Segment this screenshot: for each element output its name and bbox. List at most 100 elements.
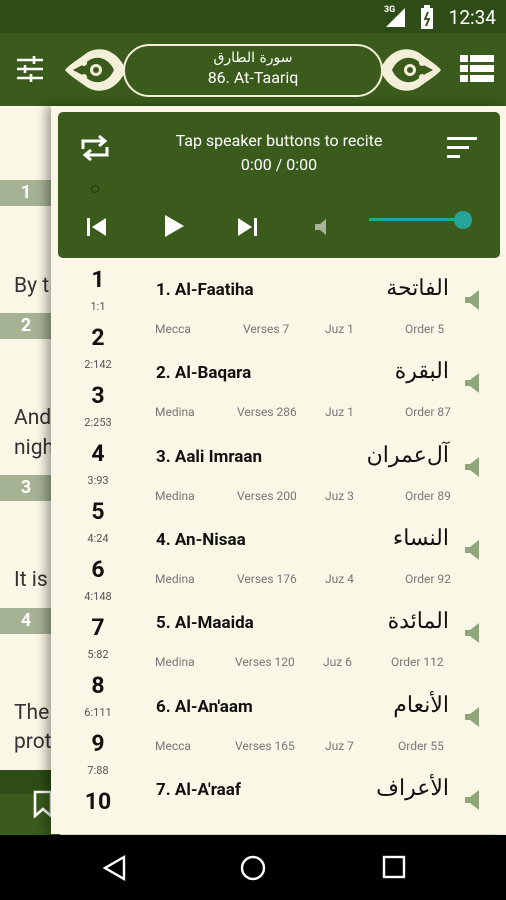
surah-order: Order 89 [405, 489, 451, 503]
surah-place: Medina [155, 405, 195, 419]
list-icon[interactable] [460, 55, 494, 83]
surah-place: Medina [155, 655, 195, 669]
skip-previous-icon[interactable] [86, 216, 108, 238]
battery-icon [421, 5, 433, 29]
surah-place: Mecca [155, 739, 191, 753]
juz-number[interactable]: 3 [51, 382, 145, 409]
surah-row[interactable]: 5. Al-Maaida المائدة Medina Verses 120 J… [149, 599, 506, 682]
juz-ref: 4:24 [87, 532, 109, 545]
surah-name: 5. Al-Maaida [156, 613, 254, 633]
network-type: 3G [384, 5, 396, 15]
volume-slider-thumb[interactable] [454, 211, 472, 229]
surah-verses: Verses 165 [235, 739, 295, 753]
surah-order: Order 112 [391, 655, 444, 669]
surah-place: Medina [155, 489, 195, 503]
play-icon[interactable] [163, 214, 185, 238]
juz-ref: 2:253 [84, 416, 112, 429]
surah-name-arabic: الأعراف [376, 776, 449, 801]
speaker-icon[interactable] [464, 456, 480, 478]
surah-title[interactable]: سورة الطارق 86. At-Taariq [123, 44, 383, 97]
recents-icon[interactable] [382, 855, 406, 879]
back-icon[interactable] [102, 855, 126, 881]
juz-ref: 4:148 [84, 590, 112, 603]
surah-row[interactable]: 7. Al-A'raaf الأعراف [149, 766, 506, 834]
surah-row[interactable]: 3. Aali Imraan آل‌عمران Medina Verses 20… [149, 433, 506, 516]
juz-ref: 5:82 [87, 648, 109, 661]
juz-ref: 1:1 [90, 300, 106, 313]
speaker-icon[interactable] [464, 289, 480, 311]
verse-text: It is [14, 568, 48, 592]
audio-player: Tap speaker buttons to recite 0:00 / 0:0… [58, 112, 500, 258]
home-icon[interactable] [240, 855, 266, 881]
surah-verses: Verses 286 [237, 405, 297, 419]
surah-name-arabic: الفاتحة [386, 276, 449, 301]
verse-text: nigh [14, 436, 55, 460]
speaker-icon[interactable] [464, 789, 480, 811]
sort-icon[interactable] [447, 137, 477, 159]
juz-number[interactable]: 5 [51, 498, 145, 525]
surah-name: 2. Al-Baqara [156, 363, 252, 383]
status-bar: 3G 12:34 [0, 0, 506, 33]
surah-name: 1. Al-Faatiha [156, 280, 254, 300]
volume-slider-track[interactable] [369, 218, 466, 221]
surah-order: Order 5 [405, 322, 445, 336]
juz-number[interactable]: 2 [51, 324, 145, 351]
surah-title-english: 86. At-Taariq [207, 68, 299, 87]
speaker-icon[interactable] [464, 539, 480, 561]
surah-name: 3. Aali Imraan [156, 447, 263, 467]
surah-juz: Juz 3 [325, 489, 354, 503]
verse-text: The [14, 701, 50, 725]
surah-row[interactable]: 2. Al-Baqara البقرة Medina Verses 286 Ju… [149, 349, 506, 432]
juz-number[interactable]: 7 [51, 614, 145, 641]
surah-name-arabic: البقرة [394, 359, 449, 384]
player-hint: Tap speaker buttons to recite [175, 131, 383, 150]
speaker-icon[interactable] [464, 372, 480, 394]
clock: 12:34 [448, 6, 496, 29]
surah-verses: Verses 200 [237, 489, 297, 503]
skip-next-icon[interactable] [236, 216, 258, 238]
surah-name: 6. Al-An'aam [156, 697, 253, 717]
volume-icon[interactable] [314, 218, 332, 236]
bookmark-icon[interactable] [33, 790, 53, 818]
verse-text: prot [14, 730, 52, 754]
juz-index: 1 1:1 2 2:142 3 2:253 4 3:93 5 4:24 6 4:… [51, 258, 145, 834]
juz-number[interactable]: 4 [51, 440, 145, 467]
surah-drawer: Tap speaker buttons to recite 0:00 / 0:0… [51, 106, 506, 834]
surah-name: 7. Al-A'raaf [156, 780, 241, 800]
surah-juz: Juz 1 [325, 405, 354, 419]
surah-place: Medina [155, 572, 195, 586]
surah-order: Order 87 [405, 405, 451, 419]
verse-number-badge: 3 [0, 475, 52, 501]
verse-text: By t [14, 274, 50, 298]
ornament-left-icon [65, 49, 126, 91]
surah-title-arabic: سورة الطارق [213, 50, 293, 66]
ornament-right-icon [380, 49, 441, 91]
surah-juz: Juz 4 [325, 572, 354, 586]
system-nav-bar [0, 835, 506, 900]
juz-number[interactable]: 10 [51, 788, 145, 815]
surah-verses: Verses 7 [243, 322, 290, 336]
surah-name-arabic: المائدة [387, 609, 449, 634]
verse-number-badge: 4 [0, 608, 52, 634]
tune-icon[interactable] [16, 55, 44, 83]
juz-number[interactable]: 1 [51, 266, 145, 293]
juz-number[interactable]: 9 [51, 730, 145, 757]
juz-ref: 6:111 [84, 706, 112, 719]
surah-row[interactable]: 6. Al-An'aam الأنعام Mecca Verses 165 Ju… [149, 683, 506, 766]
player-time: 0:00 / 0:00 [240, 155, 318, 174]
juz-ref: 2:142 [84, 358, 112, 371]
surah-name-arabic: النساء [392, 526, 449, 551]
juz-number[interactable]: 8 [51, 672, 145, 699]
surah-order: Order 92 [405, 572, 451, 586]
surah-row[interactable]: 1. Al-Faatiha الفاتحة Mecca Verses 7 Juz… [149, 266, 506, 349]
surah-name: 4. An-Nisaa [156, 530, 246, 550]
juz-ref: 7:88 [87, 764, 109, 777]
surah-juz: Juz 7 [325, 739, 354, 753]
surah-name-arabic: آل‌عمران [366, 443, 449, 468]
speaker-icon[interactable] [464, 706, 480, 728]
juz-number[interactable]: 6 [51, 556, 145, 583]
surah-row[interactable]: 4. An-Nisaa النساء Medina Verses 176 Juz… [149, 516, 506, 599]
surah-place: Mecca [155, 322, 191, 336]
speaker-icon[interactable] [464, 622, 480, 644]
app-toolbar: سورة الطارق 86. At-Taariq [0, 33, 506, 106]
